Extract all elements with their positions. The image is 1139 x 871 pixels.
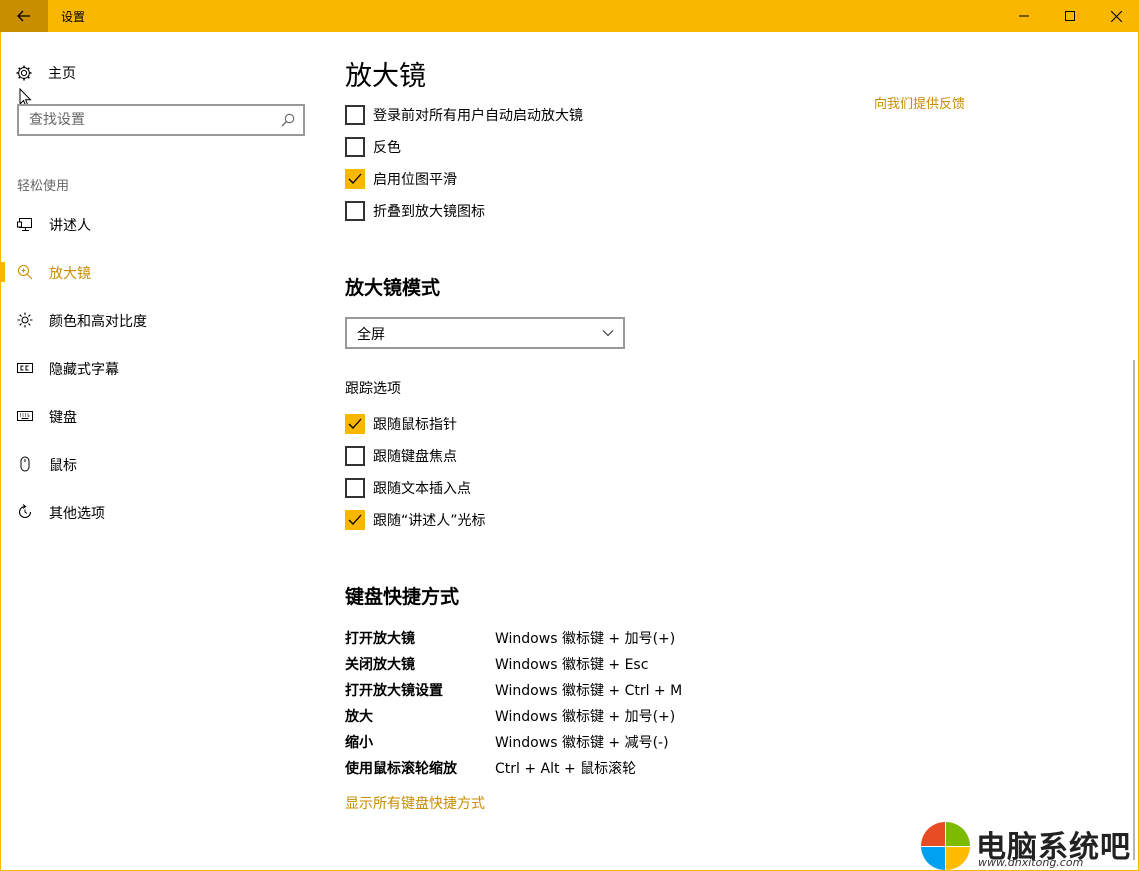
sidebar-item-label: 鼠标 — [49, 458, 77, 474]
section-heading-magnifier-mode: 放大镜模式 — [345, 277, 441, 299]
shortcut-action: 打开放大镜设置 — [345, 683, 443, 699]
tracking-mouse-pointer[interactable]: 跟随鼠标指针 — [345, 413, 457, 435]
checkbox-label: 启用位图平滑 — [373, 172, 457, 188]
dropdown-value: 全屏 — [357, 327, 385, 343]
table-row: 使用鼠标滚轮缩放 Ctrl + Alt + 鼠标滚轮 — [345, 755, 682, 781]
maximize-button[interactable] — [1047, 0, 1093, 32]
shortcut-action: 打开放大镜 — [345, 631, 415, 647]
option-bitmap-smoothing[interactable]: 启用位图平滑 — [345, 168, 457, 190]
magnifier-mode-dropdown[interactable]: 全屏 — [345, 317, 625, 349]
sidebar-item-keyboard[interactable]: 键盘 — [0, 396, 300, 436]
back-button[interactable] — [0, 0, 48, 32]
title-bar: 设置 — [0, 0, 1139, 32]
closed-caption-icon — [17, 360, 33, 376]
close-icon — [1110, 10, 1122, 22]
checkbox-label: 跟随文本插入点 — [373, 481, 471, 497]
checkmark-icon — [348, 418, 362, 429]
minimize-icon — [1019, 15, 1029, 17]
search-input[interactable] — [19, 106, 259, 134]
page-title: 放大镜 — [345, 61, 426, 92]
active-indicator — [0, 262, 5, 282]
back-arrow-icon — [17, 10, 30, 22]
checkbox-label: 反色 — [373, 140, 401, 156]
section-label-ease-of-access: 轻松使用 — [17, 179, 70, 194]
option-start-before-signin[interactable]: 登录前对所有用户自动启动放大镜 — [345, 104, 583, 126]
shortcut-keys: Windows 徽标键 + Esc — [495, 657, 649, 673]
checkbox-label: 跟随键盘焦点 — [373, 449, 457, 465]
minimize-button[interactable] — [1001, 0, 1047, 32]
checkbox-label: 跟随鼠标指针 — [373, 417, 457, 433]
sidebar-item-label: 隐藏式字幕 — [49, 362, 119, 378]
table-row: 放大 Windows 徽标键 + 加号(+) — [345, 703, 682, 729]
checkbox[interactable] — [345, 169, 365, 189]
checkbox-label: 跟随“讲述人”光标 — [373, 513, 486, 529]
sidebar-item-color-contrast[interactable]: 颜色和高对比度 — [0, 300, 300, 340]
shortcut-action: 放大 — [345, 709, 373, 725]
tracking-options-label: 跟踪选项 — [345, 381, 401, 397]
table-row: 打开放大镜设置 Windows 徽标键 + Ctrl + M — [345, 677, 682, 703]
checkbox[interactable] — [345, 446, 365, 466]
option-collapse-to-icon[interactable]: 折叠到放大镜图标 — [345, 200, 485, 222]
scrollbar[interactable] — [1133, 360, 1135, 860]
maximize-icon — [1065, 11, 1075, 21]
checkbox-label: 折叠到放大镜图标 — [373, 204, 485, 220]
shortcut-action: 使用鼠标滚轮缩放 — [345, 761, 457, 777]
watermark-logo: 电脑系统吧 www.dnxitong.com — [920, 822, 1136, 870]
checkbox[interactable] — [345, 510, 365, 530]
close-button[interactable] — [1093, 0, 1139, 32]
sidebar-item-closed-captions[interactable]: 隐藏式字幕 — [0, 348, 300, 388]
shortcut-keys: Windows 徽标键 + 加号(+) — [495, 631, 676, 647]
tracking-text-cursor[interactable]: 跟随文本插入点 — [345, 477, 471, 499]
shortcut-action: 关闭放大镜 — [345, 657, 415, 673]
home-nav-item[interactable]: 主页 — [16, 62, 76, 84]
shortcut-keys: Ctrl + Alt + 鼠标滚轮 — [495, 761, 637, 777]
show-all-shortcuts-link[interactable]: 显示所有键盘快捷方式 — [345, 793, 485, 813]
chevron-down-icon — [602, 330, 614, 337]
window-title: 设置 — [61, 10, 86, 24]
search-icon[interactable] — [281, 113, 295, 127]
sidebar-item-label: 讲述人 — [49, 218, 91, 234]
checkmark-icon — [348, 514, 362, 525]
keyboard-icon — [17, 408, 33, 424]
magnifier-icon — [17, 264, 33, 280]
refresh-icon — [17, 504, 33, 520]
checkbox[interactable] — [345, 414, 365, 434]
shortcut-keys: Windows 徽标键 + 加号(+) — [495, 709, 676, 725]
sidebar-item-label: 颜色和高对比度 — [49, 314, 147, 330]
home-label: 主页 — [48, 66, 76, 82]
shortcut-keys: Windows 徽标键 + 减号(-) — [495, 735, 669, 751]
watermark-url: www.dnxitong.com — [978, 856, 1084, 869]
sidebar-item-label: 键盘 — [49, 410, 77, 426]
table-row: 关闭放大镜 Windows 徽标键 + Esc — [345, 651, 682, 677]
checkbox[interactable] — [345, 478, 365, 498]
tracking-keyboard-focus[interactable]: 跟随键盘焦点 — [345, 445, 457, 467]
option-invert-colors[interactable]: 反色 — [345, 136, 401, 158]
table-row: 缩小 Windows 徽标键 + 减号(-) — [345, 729, 682, 755]
feedback-link[interactable]: 向我们提供反馈 — [874, 93, 965, 112]
shortcut-keys: Windows 徽标键 + Ctrl + M — [495, 683, 683, 699]
mouse-icon — [17, 456, 33, 472]
sidebar-item-magnifier[interactable]: 放大镜 — [0, 252, 300, 292]
sidebar-item-label: 其他选项 — [49, 506, 105, 522]
checkbox[interactable] — [345, 137, 365, 157]
table-row: 打开放大镜 Windows 徽标键 + 加号(+) — [345, 625, 682, 651]
narrator-icon — [17, 216, 33, 232]
sidebar-item-narrator[interactable]: 讲述人 — [0, 204, 300, 244]
section-heading-keyboard-shortcuts: 键盘快捷方式 — [345, 586, 460, 608]
windows-logo-icon — [921, 822, 970, 870]
shortcut-action: 缩小 — [345, 735, 373, 751]
tracking-narrator-cursor[interactable]: 跟随“讲述人”光标 — [345, 509, 486, 531]
sidebar-item-other-options[interactable]: 其他选项 — [0, 492, 300, 532]
checkbox-label: 登录前对所有用户自动启动放大镜 — [373, 108, 583, 124]
shortcuts-table: 打开放大镜 Windows 徽标键 + 加号(+) 关闭放大镜 Windows 徽标… — [345, 625, 682, 781]
sidebar-item-mouse[interactable]: 鼠标 — [0, 444, 300, 484]
sidebar-item-label: 放大镜 — [49, 266, 91, 282]
search-box[interactable] — [17, 104, 305, 136]
checkbox[interactable] — [345, 201, 365, 221]
checkmark-icon — [348, 173, 362, 184]
checkbox[interactable] — [345, 105, 365, 125]
gear-icon — [16, 65, 32, 81]
brightness-icon — [17, 312, 33, 328]
